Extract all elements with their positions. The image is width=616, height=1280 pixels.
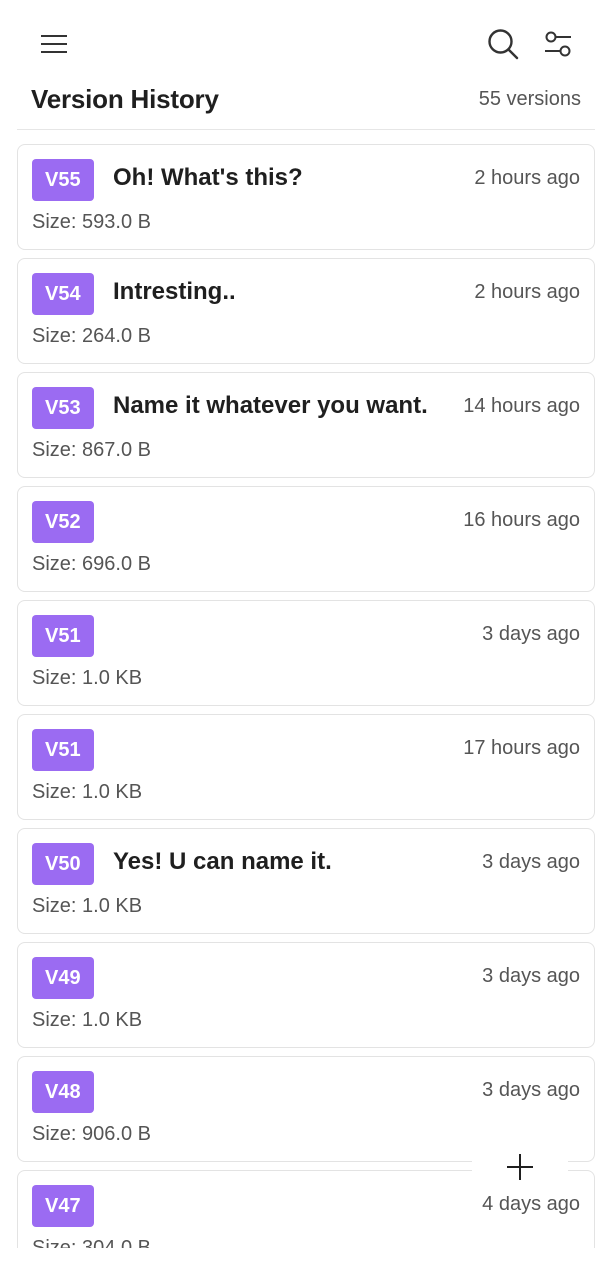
version-size: Size: 593.0 B (32, 211, 151, 233)
version-timestamp: 4 days ago (482, 1193, 580, 1215)
version-badge: V48 (32, 1071, 94, 1113)
version-size: Size: 1.0 KB (32, 895, 143, 917)
version-history-screen: Version History 55 versions V55 Oh! What'… (0, 0, 616, 1280)
version-timestamp: 3 days ago (482, 965, 580, 987)
add-version-button[interactable] (472, 1138, 568, 1196)
version-name: Intresting.. (113, 278, 236, 305)
version-timestamp: 2 hours ago (474, 167, 580, 189)
menu-button[interactable] (32, 22, 76, 66)
version-badge: V51 (32, 729, 94, 771)
version-timestamp: 3 days ago (482, 623, 580, 645)
version-card[interactable]: V51 17 hours ago Size: 1.0 KB (17, 714, 595, 820)
version-badge: V51 (32, 615, 94, 657)
version-card[interactable]: V55 Oh! What's this? 2 hours ago Size: 593.… (17, 144, 595, 250)
menu-icon (41, 35, 67, 53)
version-badge: V47 (32, 1185, 94, 1227)
version-timestamp: 3 days ago (482, 1079, 580, 1101)
version-card[interactable]: V54 Intresting.. 2 hours ago Size: 264.0 B (17, 258, 595, 364)
top-app-bar (0, 0, 616, 84)
version-list[interactable]: V55 Oh! What's this? 2 hours ago Size: 593.… (17, 144, 595, 1248)
version-badge: V52 (32, 501, 94, 543)
plus-icon (507, 1154, 533, 1180)
version-name: Yes! U can name it. (113, 848, 332, 875)
filter-button[interactable] (536, 22, 580, 66)
filter-icon (545, 31, 571, 57)
version-size: Size: 906.0 B (32, 1123, 151, 1145)
version-timestamp: 16 hours ago (463, 509, 580, 531)
version-size: Size: 867.0 B (32, 439, 151, 461)
header-divider (17, 129, 595, 130)
version-timestamp: 2 hours ago (474, 281, 580, 303)
version-badge: V55 (32, 159, 94, 201)
version-size: Size: 264.0 B (32, 325, 151, 347)
version-name: Oh! What's this? (113, 164, 303, 191)
version-card[interactable]: V52 16 hours ago Size: 696.0 B (17, 486, 595, 592)
version-timestamp: 3 days ago (482, 851, 580, 873)
bottom-spacer (0, 1248, 616, 1280)
page-title: Version History (31, 83, 219, 114)
version-size: Size: 1.0 KB (32, 781, 143, 803)
version-name: Name it whatever you want. (113, 392, 428, 419)
version-timestamp: 14 hours ago (463, 395, 580, 417)
version-badge: V49 (32, 957, 94, 999)
version-badge: V53 (32, 387, 94, 429)
version-badge: V54 (32, 273, 94, 315)
search-button[interactable] (481, 22, 525, 66)
version-size: Size: 1.0 KB (32, 1009, 143, 1031)
version-card[interactable]: V53 Name it whatever you want. 14 hours ag… (17, 372, 595, 478)
version-count: 55 versions (478, 87, 581, 110)
version-size: Size: 1.0 KB (32, 667, 143, 689)
version-card[interactable]: V49 3 days ago Size: 1.0 KB (17, 942, 595, 1048)
version-timestamp: 17 hours ago (463, 737, 580, 759)
version-size: Size: 304.0 B (32, 1237, 151, 1248)
header-row: Version History 55 versions (31, 82, 581, 116)
version-card[interactable]: V50 Yes! U can name it. 3 days ago Size: 1.… (17, 828, 595, 934)
version-size: Size: 696.0 B (32, 553, 151, 575)
version-card[interactable]: V51 3 days ago Size: 1.0 KB (17, 600, 595, 706)
version-badge: V50 (32, 843, 94, 885)
search-icon (488, 29, 519, 60)
